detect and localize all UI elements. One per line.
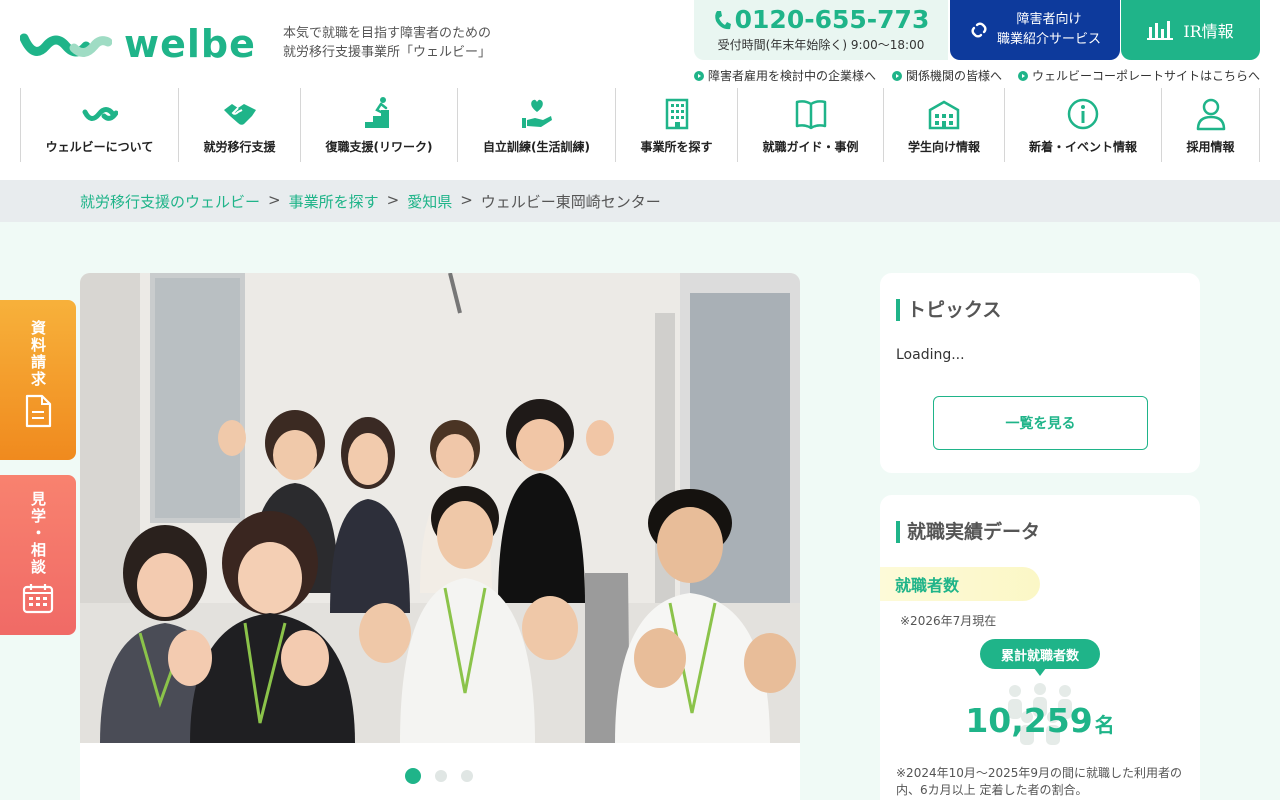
visit-consult-tab[interactable]: 見学・相談 xyxy=(0,475,76,635)
nav-label: 採用情報 xyxy=(1186,140,1235,154)
breadcrumb-link-find-office[interactable]: 事業所を探す xyxy=(289,191,379,212)
breadcrumb-link-prefecture[interactable]: 愛知県 xyxy=(407,191,452,212)
view-all-button[interactable]: 一覧を見る xyxy=(933,396,1148,450)
stairs-climb-icon xyxy=(365,97,389,128)
arrow-bullet-icon xyxy=(1017,70,1028,81)
breadcrumb-separator: > xyxy=(268,191,281,209)
nav-label: 事業所を探す xyxy=(640,140,713,154)
carousel-dot-2[interactable] xyxy=(435,770,447,782)
breadcrumb-separator: > xyxy=(460,191,473,209)
breadcrumb-bar: 就労移行支援のウェルビー > 事業所を探す > 愛知県 > ウェルビー東岡崎セン… xyxy=(0,180,1280,222)
employment-data-title: 就職実績データ xyxy=(896,521,1040,543)
total-hires-number: 10,259 xyxy=(965,701,1093,740)
sublink-agencies[interactable]: 関係機関の皆様へ xyxy=(891,67,1002,84)
tagline-line-2: 就労移行支援事業所「ウェルビー」 xyxy=(283,45,492,60)
header-sublinks: 障害者雇用を検討中の企業様へ 関係機関の皆様へ ウェルビーコーポレートサイトはこ… xyxy=(693,67,1260,84)
welbe-logo-mark-icon xyxy=(20,33,112,57)
breadcrumb-separator: > xyxy=(386,191,400,209)
nav-label: 就職ガイド・事例 xyxy=(762,140,859,154)
handshake-icon xyxy=(223,104,256,125)
book-icon xyxy=(795,100,826,130)
employment-data-card: 就職実績データ 就職者数 ※2026年7月現在 累計就職者数 10,259 名 ※… xyxy=(880,495,1200,800)
tagline-line-1: 本気で就職を目指す障害者のための xyxy=(283,26,492,41)
sublink-companies[interactable]: 障害者雇用を検討中の企業様へ xyxy=(693,67,876,84)
nav-label: 自立訓練(生活訓練) xyxy=(483,140,590,154)
sublink-label: 障害者雇用を検討中の企業様へ xyxy=(707,69,876,83)
tagline: 本気で就職を目指す障害者のための 就労移行支援事業所「ウェルビー」 xyxy=(283,24,491,62)
site-header: welbe 本気で就職を目指す障害者のための 就労移行支援事業所「ウェルビー」 … xyxy=(0,0,1280,180)
bar-chart-icon xyxy=(1147,21,1174,40)
total-hires-unit: 名 xyxy=(1094,713,1115,737)
carousel-dots xyxy=(405,768,473,784)
breadcrumb: 就労移行支援のウェルビー > 事業所を探す > 愛知県 > ウェルビー東岡崎セン… xyxy=(80,191,661,212)
nav-item-news-events[interactable]: 新着・イベント情報 xyxy=(1004,88,1161,162)
as-of-date: ※2026年7月現在 xyxy=(900,614,997,628)
nav-label: 復職支援(リワーク) xyxy=(325,140,433,154)
nav-item-life-training[interactable]: 自立訓練(生活訓練) xyxy=(457,88,615,162)
document-icon xyxy=(25,394,52,428)
phone-number-row: 0120-655-773 xyxy=(694,6,948,34)
nav-item-about[interactable]: ウェルビーについて xyxy=(20,88,178,162)
hero-photo-carousel[interactable] xyxy=(80,273,800,743)
building-icon xyxy=(665,98,688,130)
breadcrumb-link-home[interactable]: 就労移行支援のウェルビー xyxy=(80,191,260,212)
total-hires-value: 10,259 名 xyxy=(880,701,1200,740)
arrow-bullet-icon xyxy=(891,70,902,81)
ir-button[interactable]: IR情報 xyxy=(1121,0,1260,60)
nav-label: 就労移行支援 xyxy=(203,140,276,154)
carousel-dot-1[interactable] xyxy=(405,768,421,784)
total-hires-badge: 累計就職者数 xyxy=(980,639,1100,676)
document-request-label: 資料請求 xyxy=(29,320,47,388)
nav-item-rework[interactable]: 復職支援(リワーク) xyxy=(300,88,457,162)
visit-consult-label: 見学・相談 xyxy=(29,491,47,576)
nav-item-recruit[interactable]: 採用情報 xyxy=(1161,88,1260,162)
calendar-icon xyxy=(22,584,54,614)
phone-contact[interactable]: 0120-655-773 受付時間(年末年始除く) 9:00〜18:00 xyxy=(694,0,948,60)
nav-label: 新着・イベント情報 xyxy=(1028,140,1137,154)
phone-hours: 受付時間(年末年始除く) 9:00〜18:00 xyxy=(717,38,925,52)
topics-title: トピックス xyxy=(896,299,1001,321)
nav-item-job-guide[interactable]: 就職ガイド・事例 xyxy=(737,88,883,162)
document-request-tab[interactable]: 資料請求 xyxy=(0,300,76,460)
welbe-wave-icon xyxy=(82,107,118,121)
brand-name: welbe xyxy=(124,22,256,66)
topics-loading: Loading... xyxy=(896,347,965,363)
staff-group-photo xyxy=(80,273,800,743)
breadcrumb-current: ウェルビー東岡崎センター xyxy=(480,193,661,211)
sublink-label: 関係機関の皆様へ xyxy=(905,69,1002,83)
school-icon xyxy=(928,100,960,130)
topics-card: トピックス Loading... 一覧を見る xyxy=(880,273,1200,473)
ir-label: IR情報 xyxy=(1183,22,1234,41)
heart-hand-icon xyxy=(521,99,552,128)
arrow-bullet-icon xyxy=(693,70,704,81)
sublink-label: ウェルビーコーポレートサイトはこちらへ xyxy=(1031,69,1260,83)
job-agent-label-2: 職業紹介サービス xyxy=(996,32,1101,47)
phone-icon xyxy=(714,11,731,30)
nav-item-find-office[interactable]: 事業所を探す xyxy=(615,88,737,162)
carousel-dot-3[interactable] xyxy=(461,770,473,782)
nav-item-employment-support[interactable]: 就労移行支援 xyxy=(178,88,300,162)
phone-number: 0120-655-773 xyxy=(734,5,930,34)
main-nav: ウェルビーについて 就労移行支援 復職支援(リワーク) 自立訓練(生活訓練) 事… xyxy=(20,88,1260,162)
welbe-logo[interactable]: welbe xyxy=(20,24,256,64)
info-icon xyxy=(1067,98,1099,130)
job-agent-button[interactable]: 障害者向け 職業紹介サービス xyxy=(950,0,1120,60)
job-agent-label-1: 障害者向け xyxy=(1016,12,1082,27)
nav-label: ウェルビーについて xyxy=(45,140,154,154)
person-icon xyxy=(1196,98,1225,131)
sublink-corporate[interactable]: ウェルビーコーポレートサイトはこちらへ xyxy=(1017,67,1260,84)
nav-item-students[interactable]: 学生向け情報 xyxy=(883,88,1004,162)
nav-label: 学生向け情報 xyxy=(907,140,980,154)
link-chain-icon xyxy=(971,22,987,38)
retention-note: ※2024年10月〜2025年9月の間に就職した利用者の内、6カ月以上 定着した… xyxy=(896,766,1183,797)
hires-label: 就職者数 xyxy=(880,567,1040,601)
